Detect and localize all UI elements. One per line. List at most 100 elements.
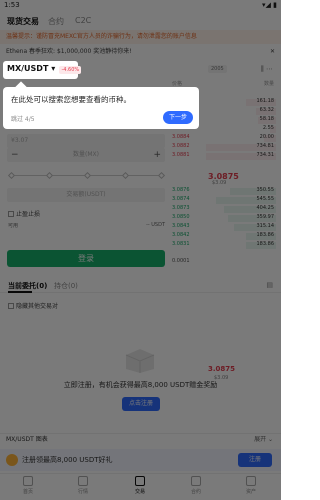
bid-price: 3.0873	[172, 205, 190, 211]
ask-row[interactable]: 3.0884 20.00	[172, 134, 276, 143]
stop-label: 止盈止损	[16, 211, 41, 218]
gift-icon	[6, 454, 18, 466]
nav-home-label: 首页	[22, 489, 33, 495]
tab-futures[interactable]: 合约	[48, 16, 64, 27]
plus-icon[interactable]: +	[153, 148, 161, 162]
available-row: 可用 -- USDT	[8, 222, 165, 229]
bid-row[interactable]: 3.0843 315.14	[172, 223, 276, 232]
bid-row[interactable]: 3.0874 545.55	[172, 196, 276, 205]
top-tabs: 现货交易 合约 C2C	[0, 13, 281, 30]
price-input[interactable]: ¥3.07	[7, 134, 165, 148]
pair-name: MX/USDT	[7, 64, 49, 73]
bid-price: 3.0842	[172, 232, 190, 238]
tooltip-message: 在此处可以搜索您想要查看的币种。	[11, 95, 131, 104]
close-icon[interactable]: ✕	[270, 46, 275, 58]
bid-row[interactable]: 3.0842 183.86	[172, 232, 276, 241]
bid-row[interactable]: 3.0850 359.97	[172, 214, 276, 223]
ask-qty: 734.31	[256, 152, 275, 158]
bid-qty: 315.14	[256, 223, 275, 229]
announcement-bar[interactable]: Ethena 春季狂欢: $1,000,000 奖池静待你来! ✕	[0, 46, 281, 58]
tab-spot[interactable]: 现货交易	[7, 16, 39, 27]
nav-assets[interactable]: 资产	[231, 476, 271, 495]
bid-price: 3.0843	[172, 223, 190, 229]
nav-trade-label: 交易	[134, 489, 145, 495]
promo-text: 注册领最高8,000 USDT好礼	[22, 456, 113, 464]
orders-tabs: 当前委托(0) 持仓(0) ▤	[0, 279, 281, 293]
home-icon	[23, 476, 33, 486]
minus-icon[interactable]: −	[11, 148, 19, 162]
mid-price-fiat: $3.09	[212, 180, 227, 186]
expand-toggle[interactable]: 展开 ⌄	[254, 434, 273, 446]
nav-futures-label: 合约	[190, 489, 201, 495]
chart-icon[interactable]: ⫼	[261, 65, 264, 73]
chart-label: MX/USDT 图表	[6, 436, 48, 443]
total-input[interactable]: 交易额(USDT)	[7, 188, 165, 202]
pair-bar: MX/USDT ▾ -4.60% 2005 ⫼ ⋯	[0, 61, 281, 79]
depth-precision[interactable]: 0.0001	[172, 258, 190, 264]
tab-holdings[interactable]: 持仓(0)	[54, 281, 78, 291]
tab-current-orders[interactable]: 当前委托(0)	[8, 281, 47, 291]
markets-icon	[78, 476, 88, 486]
status-bar: 1:53 ▾◢ ▮	[0, 0, 281, 12]
pair-selector[interactable]: MX/USDT ▾ -4.60%	[3, 61, 82, 79]
ask-qty: 161.18	[256, 98, 275, 104]
promo-bar: 注册领最高8,000 USDT好礼 注册	[0, 449, 281, 471]
bid-row[interactable]: 3.0876 350.55	[172, 187, 276, 196]
nav-assets-label: 资产	[245, 489, 256, 495]
bid-qty: 404.25	[256, 205, 275, 211]
bid-price: 3.0876	[172, 187, 190, 193]
ask-row[interactable]: 3.0882 734.81	[172, 143, 276, 152]
bid-price: 3.0850	[172, 214, 190, 220]
nav-markets-label: 行情	[77, 489, 88, 495]
hide-other-label: 隐藏其他交易对	[16, 303, 59, 310]
bid-qty: 183.86	[256, 232, 275, 238]
tooltip-arrow	[15, 81, 27, 93]
nav-markets[interactable]: 行情	[63, 476, 103, 495]
price-value: ¥3.07	[11, 137, 29, 144]
stop-checkbox[interactable]: 止盈止损	[8, 209, 40, 218]
bid-row[interactable]: 3.0873 404.25	[172, 205, 276, 214]
bid-price: 3.0874	[172, 196, 190, 202]
trade-icon	[135, 476, 145, 486]
chart-row[interactable]: MX/USDT 图表 展开 ⌄	[0, 433, 281, 445]
mid-price-secondary: 3.0875	[208, 365, 236, 373]
tab-c2c[interactable]: C2C	[75, 16, 91, 25]
bid-price: 3.0831	[172, 241, 190, 247]
depth-amount[interactable]: 2005	[208, 65, 227, 73]
document-icon[interactable]: ▤	[266, 281, 273, 289]
next-step-button[interactable]: 下一步	[163, 111, 193, 124]
price-header: 价格	[172, 81, 183, 87]
checkbox-icon	[8, 303, 14, 309]
total-placeholder: 交易额(USDT)	[66, 191, 106, 198]
nav-futures[interactable]: 合约	[176, 476, 216, 495]
bid-qty: 545.55	[256, 196, 275, 202]
bid-qty: 183.86	[256, 241, 275, 247]
ask-qty: 58.18	[259, 116, 274, 122]
more-icon[interactable]: ⋯	[266, 65, 273, 73]
register-button[interactable]: 点击注册	[122, 397, 160, 411]
status-icons: ▾◢ ▮	[262, 1, 277, 9]
bid-row[interactable]: 3.0831 183.86	[172, 241, 276, 250]
price-change-badge: -4.60%	[59, 66, 82, 74]
quantity-stepper[interactable]: − 数量(MX) +	[7, 148, 165, 162]
futures-icon	[191, 476, 201, 486]
ask-qty: 734.81	[256, 143, 275, 149]
amount-slider[interactable]	[7, 171, 166, 180]
quantity-placeholder: 数量(MX)	[73, 151, 99, 158]
ask-qty: 63.32	[259, 107, 274, 113]
ask-row[interactable]: 3.0881 734.31	[172, 152, 276, 161]
header-icons: ⫼ ⋯	[261, 65, 273, 74]
login-button[interactable]: 登录	[7, 250, 165, 267]
status-time: 1:53	[4, 1, 20, 9]
warning-banner[interactable]: 温馨提示：谨防冒充MEXC官方人员的诈骗行为，请勿泄露您的账户信息	[0, 30, 281, 44]
ask-price: 3.0884	[172, 134, 190, 140]
announcement-text: Ethena 春季狂欢: $1,000,000 奖池静待你来!	[6, 48, 132, 55]
skip-step[interactable]: 跳过 4/5	[11, 114, 35, 123]
nav-home[interactable]: 首页	[8, 476, 48, 495]
available-label: 可用	[8, 223, 19, 229]
tab-underline	[8, 291, 32, 293]
available-value: -- USDT	[146, 222, 165, 228]
nav-trade[interactable]: 交易	[120, 476, 160, 495]
promo-register-button[interactable]: 注册	[238, 453, 272, 467]
hide-other-pairs[interactable]: 隐藏其他交易对	[8, 301, 58, 310]
